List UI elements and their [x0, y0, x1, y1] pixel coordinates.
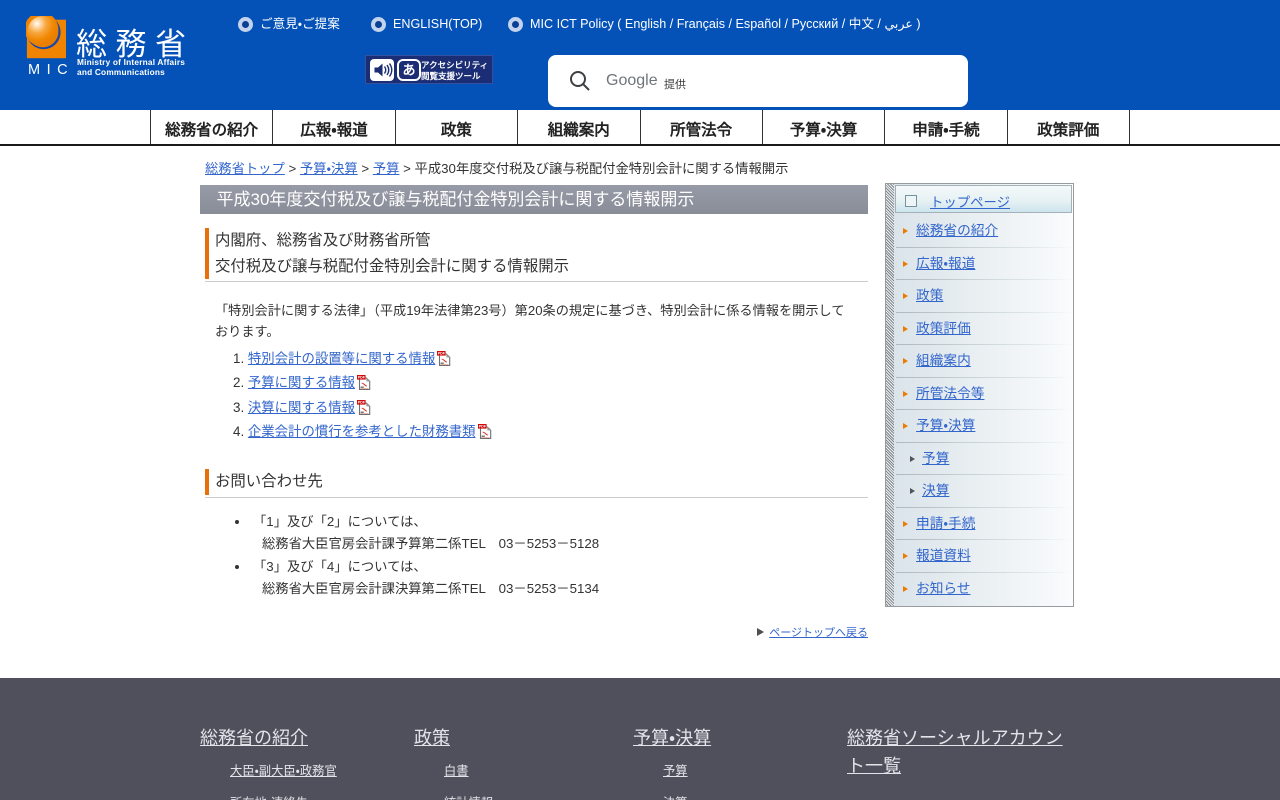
svg-text:あ: あ: [402, 63, 415, 78]
svg-text:PDF: PDF: [438, 352, 446, 356]
svg-text:PDF: PDF: [478, 425, 486, 429]
svg-text:PDF: PDF: [358, 376, 366, 380]
svg-text:PDF: PDF: [358, 400, 366, 404]
